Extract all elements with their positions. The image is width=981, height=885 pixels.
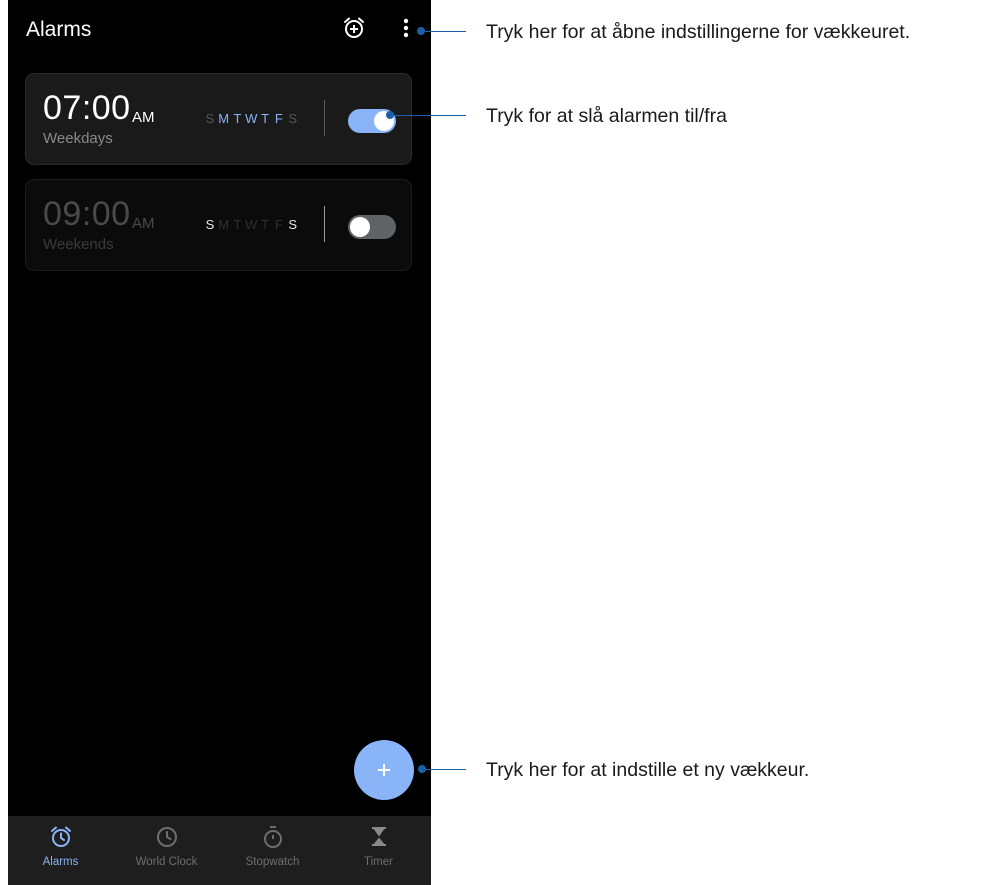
- callout-toggle-text: Tryk for at slå alarmen til/fra: [486, 105, 727, 127]
- alarm-add-icon[interactable]: [342, 16, 366, 45]
- alarm-clock-icon: [8, 824, 113, 850]
- repeat-days: SMTWTFS: [203, 111, 300, 126]
- tab-label: World Clock: [135, 856, 198, 868]
- stopwatch-icon: [220, 824, 325, 850]
- day-thursday: T: [261, 217, 270, 232]
- tab-alarms[interactable]: Alarms: [8, 816, 113, 885]
- callout-line: [422, 769, 466, 770]
- day-saturday: S: [288, 217, 298, 232]
- repeat-days: SMTWTFS: [203, 217, 300, 232]
- day-sunday: S: [205, 111, 215, 126]
- callout-settings-text: Tryk her for at åbne indstillingerne for…: [486, 21, 911, 43]
- alarm-label: Weekdays: [43, 130, 113, 147]
- day-monday: M: [218, 111, 230, 126]
- callout-new-alarm-text: Tryk her for at indstille et ny vækkeur.: [486, 759, 810, 781]
- bottom-navigation: Alarms World Clock Stopwatch Timer: [8, 816, 431, 885]
- tab-world-clock[interactable]: World Clock: [114, 816, 219, 885]
- clock-icon: [114, 824, 219, 850]
- day-friday: F: [274, 111, 283, 126]
- alarm-card[interactable]: 09:00 AM Weekends SMTWTFS: [25, 179, 412, 271]
- day-tuesday: T: [233, 111, 242, 126]
- phone-screen: Alarms 07:00 AM Weekdays SMTWTFS 09:00 A…: [8, 0, 431, 885]
- tab-label: Alarms: [42, 856, 79, 868]
- add-alarm-button[interactable]: [354, 740, 414, 800]
- day-tuesday: T: [233, 217, 242, 232]
- day-wednesday: W: [245, 217, 258, 232]
- day-monday: M: [218, 217, 230, 232]
- callout-line: [421, 31, 466, 32]
- tab-label: Timer: [364, 856, 393, 868]
- callout-line: [390, 115, 466, 116]
- alarm-toggle[interactable]: [348, 215, 396, 239]
- more-vertical-icon[interactable]: [396, 16, 416, 45]
- toggle-knob: [350, 217, 370, 237]
- alarm-ampm: AM: [132, 109, 155, 126]
- tab-stopwatch[interactable]: Stopwatch: [220, 816, 325, 885]
- page-title: Alarms: [26, 18, 92, 41]
- alarm-label: Weekends: [43, 236, 114, 253]
- day-sunday: S: [205, 217, 215, 232]
- day-saturday: S: [288, 111, 298, 126]
- divider: [324, 100, 325, 136]
- day-friday: F: [274, 217, 283, 232]
- day-thursday: T: [261, 111, 270, 126]
- hourglass-icon: [326, 824, 431, 850]
- alarm-card[interactable]: 07:00 AM Weekdays SMTWTFS: [25, 73, 412, 165]
- tab-timer[interactable]: Timer: [326, 816, 431, 885]
- alarm-ampm: AM: [132, 215, 155, 232]
- alarm-time: 09:00: [43, 195, 131, 233]
- alarm-time: 07:00: [43, 89, 131, 127]
- plus-icon: [378, 764, 390, 776]
- day-wednesday: W: [245, 111, 258, 126]
- tab-label: Stopwatch: [245, 856, 300, 868]
- divider: [324, 206, 325, 242]
